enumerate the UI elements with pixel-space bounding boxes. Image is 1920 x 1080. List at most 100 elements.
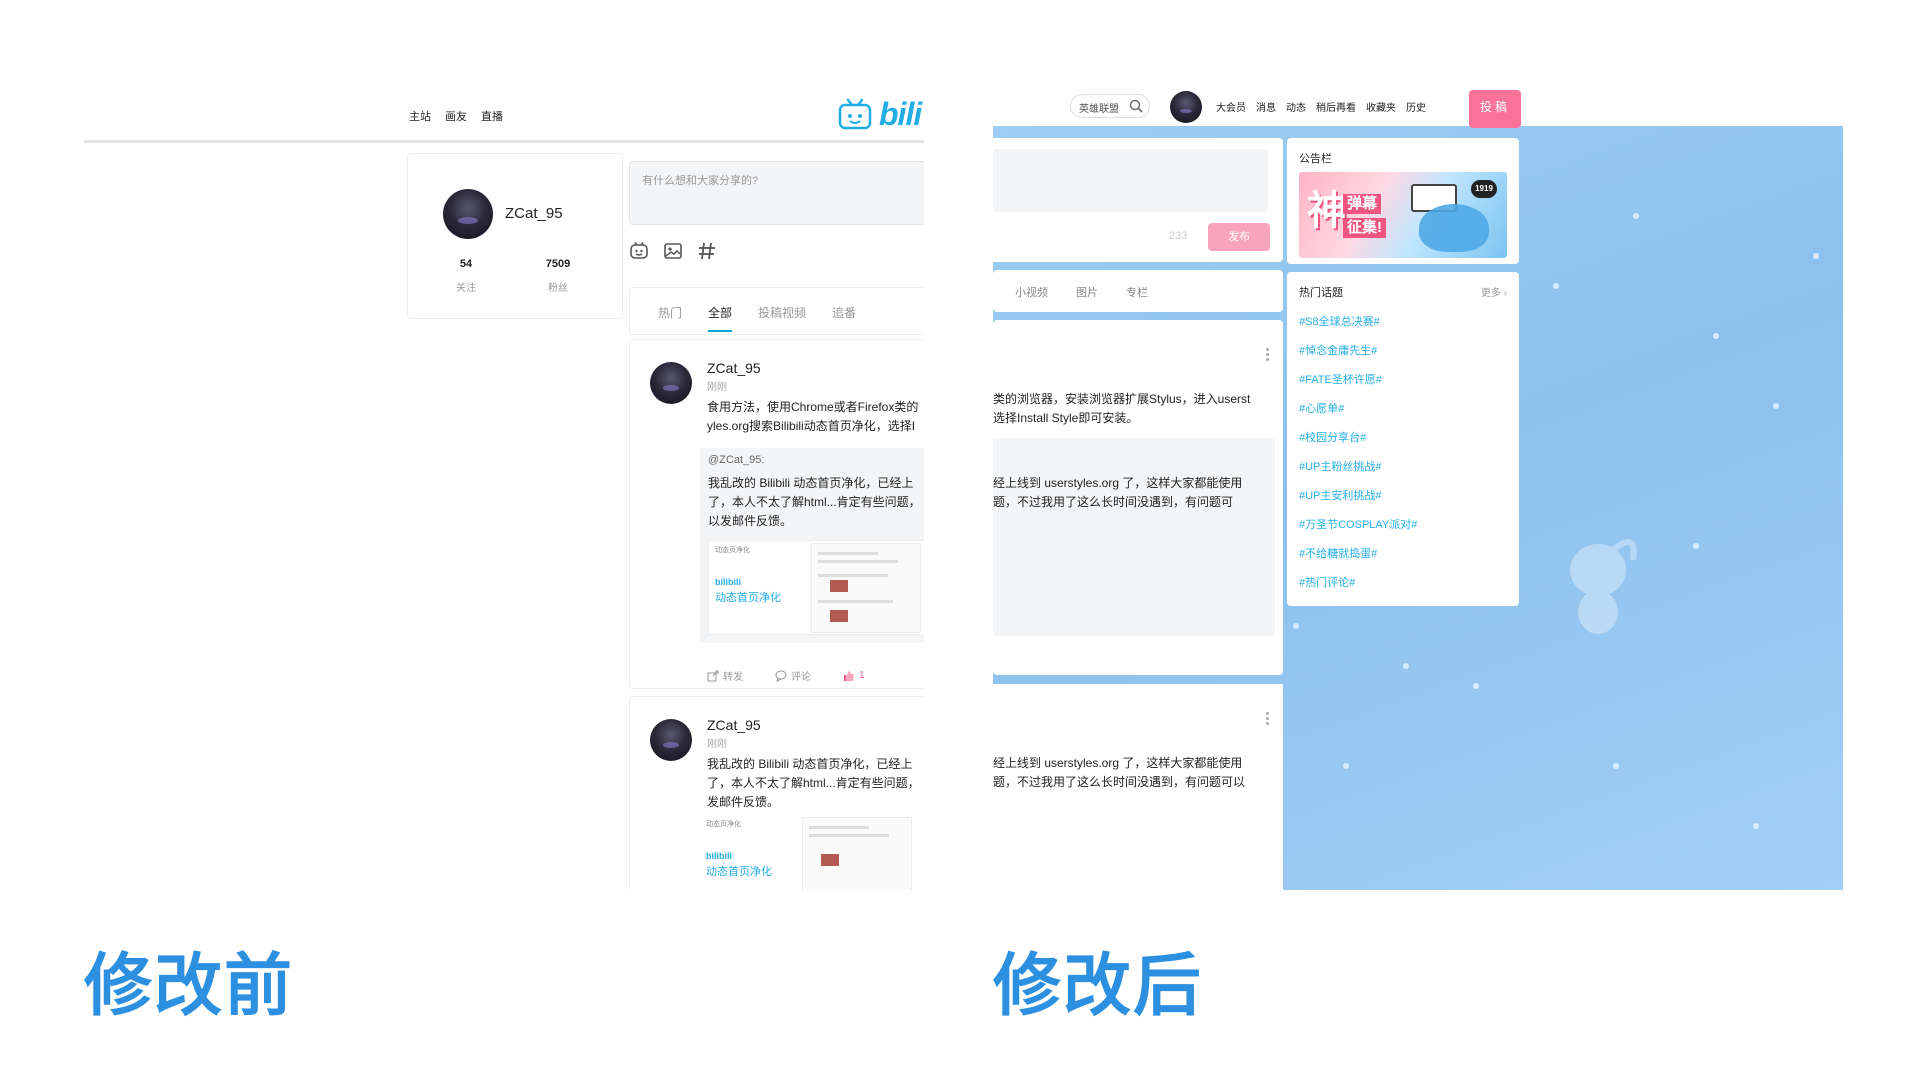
feed-post: ZCat_95 刚刚 食用方法，使用Chrome或者Firefox类的 yles…	[629, 339, 924, 689]
followers-label: 粉丝	[548, 283, 568, 294]
post-author[interactable]: ZCat_95	[707, 717, 761, 733]
avatar[interactable]	[650, 362, 692, 404]
followers-stat[interactable]: 7509 粉丝	[538, 258, 578, 294]
topic-link[interactable]: #万圣节COSPLAY派对#	[1299, 515, 1417, 544]
thumb-logo: bilibili	[706, 851, 732, 861]
quoted-post[interactable]: 经上线到 userstyles.org 了，这样大家都能使用 题，不过我用了这么…	[993, 438, 1275, 636]
profile-card: ZCat_95 54 关注 7509 粉丝	[407, 153, 623, 319]
like-button[interactable]: 1	[843, 668, 865, 683]
tab-short-video[interactable]: 小视频	[1015, 284, 1048, 300]
like-count: 1	[859, 670, 865, 681]
publish-button[interactable]: 发布	[1208, 223, 1270, 251]
notice-banner[interactable]: 神 弹幕 征集! 1919	[1299, 172, 1507, 258]
search-value: 英雄联盟	[1079, 104, 1119, 115]
nav-link-live[interactable]: 直播	[481, 108, 503, 124]
after-label: 修改后	[993, 947, 1204, 1026]
before-label: 修改前	[84, 947, 295, 1026]
post-text-line: 经上线到 userstyles.org 了，这样大家都能使用	[993, 756, 1243, 770]
comment-label: 评论	[791, 672, 811, 683]
share-button[interactable]: 转发	[707, 668, 743, 683]
notice-title: 公告栏	[1299, 153, 1332, 165]
top-nav: 英雄联盟 大会员 消息 动态 稍后再看 收藏夹 历史 投稿	[993, 90, 1843, 128]
feed-tabs: 热门 全部 投稿视频 追番	[629, 287, 924, 335]
topic-link[interactable]: #不给糖就捣蛋#	[1299, 544, 1417, 573]
topic-link[interactable]: #UP主粉丝挑战#	[1299, 457, 1417, 486]
post-text-line: 题，不过我用了这么长时间没遇到，有问题可以	[993, 775, 1246, 789]
quote-text: 经上线到 userstyles.org 了，这样大家都能使用 题，不过我用了这么…	[993, 474, 1242, 512]
avatar[interactable]	[650, 719, 692, 761]
nav-link-watch-later[interactable]: 稍后再看	[1316, 99, 1356, 114]
tab-videos[interactable]: 投稿视频	[758, 304, 806, 332]
post-image[interactable]: 动态页净化 bilibili 动态首页净化	[708, 540, 924, 635]
post-text-line: yles.org搜索Bilibili动态首页净化，选择I	[707, 419, 916, 433]
topic-link[interactable]: #悼念金庸先生#	[1299, 341, 1417, 370]
tv-icon	[838, 98, 872, 129]
quote-text-line: 题，不过我用了这么长时间没遇到，有问题可	[993, 495, 1234, 509]
followers-count: 7509	[545, 258, 571, 270]
nav-link-painters[interactable]: 画友	[445, 108, 467, 124]
profile-username[interactable]: ZCat_95	[505, 205, 563, 222]
emoji-icon[interactable]	[629, 241, 649, 261]
more-menu-icon[interactable]	[1266, 712, 1269, 727]
following-label: 关注	[456, 283, 476, 294]
topic-link[interactable]: #心愿单#	[1299, 399, 1417, 428]
post-text-line: 了，本人不太了解html...肯定有些问题，	[707, 776, 920, 790]
banner-text-line: 征集!	[1343, 218, 1386, 238]
quote-author[interactable]: @ZCat_95:	[708, 454, 764, 466]
tab-articles[interactable]: 专栏	[1126, 284, 1148, 300]
tab-images[interactable]: 图片	[1076, 284, 1098, 300]
compose-input[interactable]: 有什么想和大家分享的?	[629, 161, 924, 225]
topic-link[interactable]: #FATE圣杯许愿#	[1299, 370, 1417, 399]
feed-post: 类的浏览器，安装浏览器扩展Stylus，进入userst 选择Install S…	[993, 320, 1283, 675]
topic-list: #S8全球总决赛# #悼念金庸先生# #FATE圣杯许愿# #心愿单# #校园分…	[1299, 312, 1417, 602]
hot-topics-title: 热门话题	[1299, 287, 1343, 299]
more-menu-icon[interactable]	[1266, 348, 1269, 363]
bilibili-logo[interactable]: bili	[837, 96, 922, 133]
avatar[interactable]	[443, 189, 493, 239]
banner-big-text: 神	[1307, 188, 1347, 234]
banner-text-line: 弹幕	[1343, 194, 1382, 214]
feed-tabs: 小视频 图片 专栏	[993, 270, 1283, 312]
post-text-line: 我乱改的 Bilibili 动态首页净化，已经上	[707, 757, 913, 771]
nav-link-main[interactable]: 主站	[409, 108, 431, 124]
post-time: 刚刚	[707, 382, 727, 393]
tab-bangumi[interactable]: 追番	[832, 304, 856, 332]
more-label: 更多	[1480, 288, 1501, 299]
compose-input[interactable]	[993, 149, 1268, 212]
hashtag-icon[interactable]	[697, 241, 717, 261]
upload-button[interactable]: 投稿	[1469, 90, 1521, 128]
tab-hot[interactable]: 热门	[658, 304, 682, 332]
image-icon[interactable]	[663, 241, 683, 261]
thumb-subtitle: 动态首页净化	[715, 592, 781, 604]
post-text-line: 类的浏览器，安装浏览器扩展Stylus，进入userst	[993, 392, 1251, 406]
share-label: 转发	[723, 672, 743, 683]
thumb-screenshot	[811, 543, 921, 633]
nav-link-messages[interactable]: 消息	[1256, 99, 1276, 114]
following-stat[interactable]: 54 关注	[446, 258, 486, 294]
post-image[interactable]: 动态页净化 bilibili 动态首页净化	[700, 815, 924, 890]
avatar[interactable]	[1170, 91, 1202, 123]
nav-link-dynamic[interactable]: 动态	[1286, 99, 1306, 114]
quote-text-line: 经上线到 userstyles.org 了，这样大家都能使用	[993, 476, 1243, 490]
nav-link-favorites[interactable]: 收藏夹	[1366, 99, 1396, 114]
more-link[interactable]: 更多 ›	[1481, 284, 1507, 299]
top-nav: 主站 画友 直播 bili	[84, 90, 924, 143]
search-input[interactable]: 英雄联盟	[1070, 94, 1150, 118]
quoted-post[interactable]: @ZCat_95: 我乱改的 Bilibili 动态首页净化，已经上 了，本人不…	[700, 448, 924, 643]
tab-all[interactable]: 全部	[708, 304, 733, 332]
topic-link[interactable]: #热门评论#	[1299, 573, 1417, 602]
following-count: 54	[459, 258, 473, 270]
post-author[interactable]: ZCat_95	[707, 360, 761, 376]
logo-wordmark: bili	[879, 96, 922, 132]
nav-link-history[interactable]: 历史	[1406, 99, 1426, 114]
search-icon[interactable]	[1129, 99, 1143, 113]
thumb-subtitle: 动态首页净化	[706, 866, 772, 878]
char-count: 233	[1169, 230, 1188, 242]
post-text: 食用方法，使用Chrome或者Firefox类的 yles.org搜索Bilib…	[707, 398, 924, 436]
topic-link[interactable]: #S8全球总决赛#	[1299, 312, 1417, 341]
comment-button[interactable]: 评论	[775, 668, 811, 683]
topic-link[interactable]: #校园分享台#	[1299, 428, 1417, 457]
post-text-line: 选择Install Style即可安装。	[993, 411, 1139, 425]
nav-link-vip[interactable]: 大会员	[1216, 99, 1246, 114]
topic-link[interactable]: #UP主安利挑战#	[1299, 486, 1417, 515]
